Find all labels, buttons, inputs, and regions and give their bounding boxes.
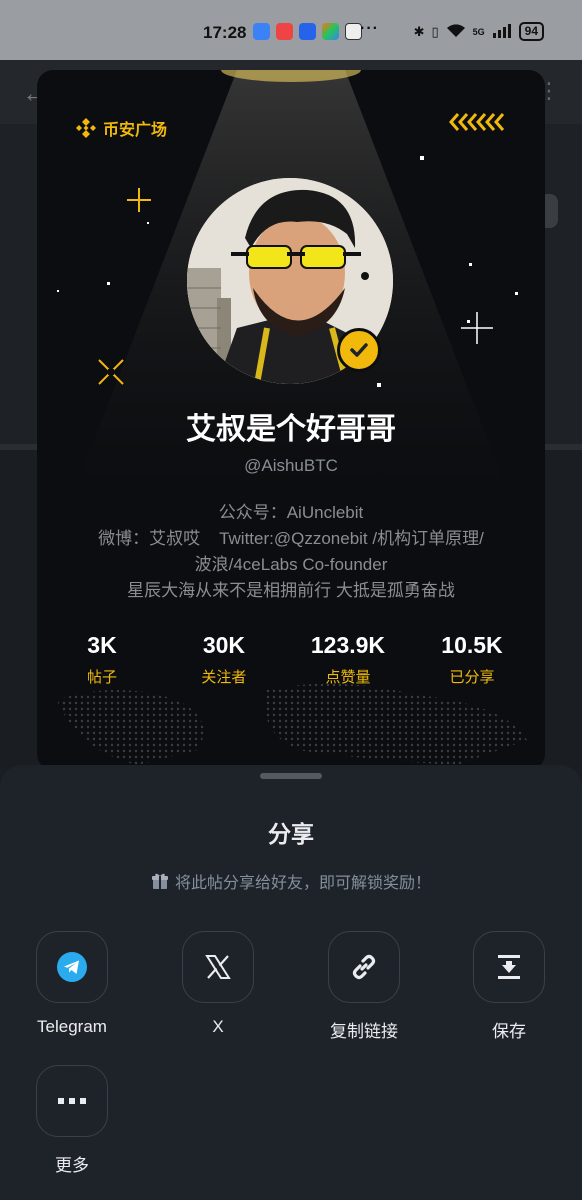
hint-text: 将此帖分享给好友，即可解锁奖励！ (174, 875, 431, 892)
share-option-more[interactable]: 更多 (17, 1065, 127, 1176)
share-sheet: 分享 将此帖分享给好友，即可解锁奖励！ Telegram X 复制链接 保存 更… (0, 765, 582, 1200)
more-button[interactable] (36, 1065, 108, 1137)
telegram-icon (57, 952, 87, 982)
network-label: 5G (472, 26, 485, 37)
status-bar: 17:28 ··· ✱ ▯ 5G 94 (0, 0, 582, 60)
share-reward-hint: 将此帖分享给好友，即可解锁奖励！ (0, 869, 582, 893)
status-icons: ✱ ▯ 5G 94 (414, 22, 544, 41)
copy-link-button[interactable] (328, 931, 400, 1003)
share-option-x[interactable]: X (163, 931, 273, 1037)
telegram-button[interactable] (36, 931, 108, 1003)
profile-share-card: 币安广场 艾叔是个好哥哥 @AishuBTC 公众号：AiUnclebit 微博… (37, 70, 545, 770)
link-icon (352, 954, 376, 980)
chevrons-decoration-icon (449, 113, 505, 131)
bio-line: 星辰大海从来不是相拥前行 大抵是孤勇奋战 (127, 581, 455, 600)
profile-bio: 公众号：AiUnclebit 微博：艾叔哎 Twitter:@Qzzonebit… (67, 500, 515, 604)
bio-line: 波浪/4ceLabs Co-founder (194, 555, 388, 574)
option-label: Telegram (37, 1017, 107, 1036)
sheet-drag-handle[interactable] (260, 773, 322, 779)
signal-icon (492, 23, 512, 41)
x-logo-icon (205, 955, 231, 979)
verified-badge-icon (337, 328, 381, 372)
stat-value: 123.9K (310, 632, 386, 658)
option-label: 复制链接 (330, 1022, 398, 1041)
stat-value: 3K (87, 632, 117, 658)
option-label: X (212, 1017, 224, 1036)
share-option-telegram[interactable]: Telegram (17, 931, 127, 1037)
stat-value: 10.5K (441, 632, 503, 658)
app-notification-icon (253, 23, 270, 40)
share-option-copy-link[interactable]: 复制链接 (309, 931, 419, 1042)
app-notification-icon (322, 23, 339, 40)
stat-value: 30K (202, 632, 246, 658)
bluetooth-icon: ✱ (413, 23, 425, 39)
option-label: 保存 (492, 1022, 526, 1041)
binance-square-brand: 币安广场 (75, 116, 167, 140)
binance-logo-icon (76, 118, 96, 138)
brand-label: 币安广场 (103, 122, 168, 139)
world-map-dots-decoration (57, 683, 527, 765)
x-button[interactable] (182, 931, 254, 1003)
status-time: 17:28 (203, 23, 247, 42)
save-download-icon (498, 955, 520, 979)
save-button[interactable] (473, 931, 545, 1003)
gift-icon (151, 873, 168, 889)
battery-icon: 94 (518, 22, 544, 41)
vibrate-icon: ▯ (431, 23, 439, 39)
share-option-save[interactable]: 保存 (454, 931, 564, 1042)
app-notification-icon (299, 23, 316, 40)
more-notifications-icon: ··· (360, 20, 379, 37)
sheet-title: 分享 (268, 821, 314, 847)
option-label: 更多 (55, 1156, 89, 1175)
wifi-icon (446, 23, 466, 41)
profile-handle: @AishuBTC (244, 456, 338, 475)
profile-name: 艾叔是个好哥哥 (186, 413, 396, 446)
notification-icons (253, 23, 362, 40)
bio-line: 微博：艾叔哎 Twitter:@Qzzonebit /机构订单原理/ (98, 529, 484, 548)
app-notification-icon (276, 23, 293, 40)
more-icon (58, 1098, 86, 1104)
bio-line: 公众号：AiUnclebit (218, 503, 364, 522)
